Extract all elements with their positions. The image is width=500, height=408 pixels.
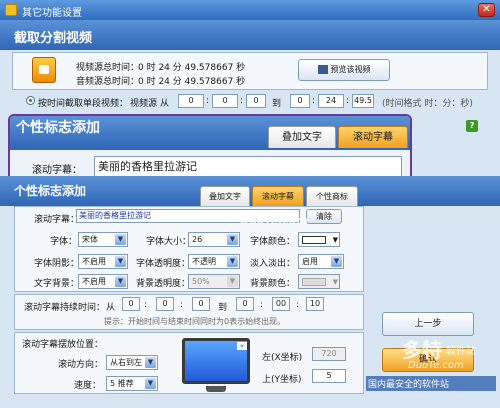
speed-label: 速度： <box>74 381 102 391</box>
duration-to-second[interactable]: 10 <box>306 297 324 311</box>
text-background-label: 文字背景： <box>34 279 80 289</box>
chevron-down-icon: ▼ <box>115 234 126 245</box>
preview-video-button[interactable]: 预览该视频 <box>298 59 390 81</box>
background-color-label: 背景颜色： <box>250 279 296 289</box>
screen-preview: « <box>182 338 250 384</box>
rewind-icon: « <box>237 342 247 350</box>
callout-scroll-input[interactable]: 美丽的香格里拉游记 <box>94 156 402 178</box>
cut-to-minute[interactable]: 24 <box>318 94 344 108</box>
top-y-input[interactable]: 5 <box>312 369 346 383</box>
video-total-label: 视频源总时间： <box>76 63 140 73</box>
callout-scroll-label: 滚动字幕： <box>32 165 82 176</box>
help-icon[interactable]: ? <box>466 120 478 132</box>
top-y-label: 上(Y坐标) <box>262 375 302 385</box>
chevron-down-icon: ▼ <box>115 256 126 267</box>
watermark-domain: DuoTe.com <box>408 360 464 371</box>
duration-label: 滚动字幕持续时间： <box>24 303 106 313</box>
fade-select[interactable]: 启用 ▼ <box>298 254 344 269</box>
tab-scroll-caption[interactable]: 滚动字幕 <box>252 186 304 206</box>
previous-step-button[interactable]: 上一步 <box>382 312 474 336</box>
app-icon <box>5 4 17 16</box>
window-title: 其它功能设置 <box>22 8 82 19</box>
video-total-value: 0 时 24 分 49.578667 秒 <box>138 63 246 73</box>
chevron-down-icon: ▼ <box>332 236 338 244</box>
cut-source-label: 视频源 <box>130 99 158 109</box>
clear-button[interactable]: 清除 <box>306 209 342 224</box>
background-color-picker[interactable]: ▼ <box>298 274 340 289</box>
chevron-down-icon: ▼ <box>227 234 238 245</box>
video-file-icon <box>32 57 56 83</box>
audio-total-value: 0 时 24 分 49.578667 秒 <box>138 77 246 87</box>
font-size-select[interactable]: 26 ▼ <box>188 232 240 247</box>
cut-from-hour[interactable]: 0 <box>178 94 204 108</box>
cut-to-second[interactable]: 49.5 <box>352 94 374 108</box>
background-transparency-label: 背景透明度： <box>136 279 191 289</box>
chevron-down-icon: ▼ <box>331 256 342 267</box>
duration-hint: 提示：开始时间与结束时间同时为0表示始终出现。 <box>104 317 286 326</box>
font-shadow-label: 字体阴影： <box>34 259 80 269</box>
left-x-label: 左(X坐标) <box>262 353 303 363</box>
color-swatch <box>302 235 326 244</box>
chevron-down-icon: ▼ <box>145 378 156 389</box>
scroll-caption-label: 滚动字幕： <box>34 215 80 225</box>
tab-overlay-text[interactable]: 叠加文字 <box>200 186 250 206</box>
fade-label: 淡入淡出： <box>250 259 296 269</box>
chevron-down-icon: ▼ <box>227 256 238 267</box>
chevron-down-icon: ▼ <box>227 276 238 287</box>
font-transparency-select[interactable]: 不透明 ▼ <box>188 254 240 269</box>
cut-to-label: 到 <box>272 99 282 109</box>
title-bar: 其它功能设置 <box>0 0 500 20</box>
section-title-cut: 截取分割视频 <box>14 31 93 46</box>
cut-from-label: 从 <box>160 99 170 109</box>
duration-to-minute[interactable]: 00 <box>272 297 290 311</box>
font-transparency-label: 字体透明度： <box>136 259 191 269</box>
tab-personal-logo[interactable]: 个性商标 <box>306 186 358 206</box>
audio-total-label: 音频源总时间： <box>76 77 140 87</box>
direction-select[interactable]: 从右到左 ▼ <box>106 355 158 370</box>
cut-from-second[interactable]: 0 <box>246 94 266 108</box>
watermark-slogan: 国内最安全的软件站 <box>366 376 496 391</box>
cut-by-time-label: 按时间截取单段视频： <box>38 99 129 109</box>
duration-to-label: 到 <box>218 303 228 313</box>
font-size-label: 字体大小： <box>146 237 192 247</box>
callout-tab-overlay[interactable]: 叠加文字 <box>268 126 336 148</box>
close-button[interactable]: ✕ <box>478 3 495 17</box>
watermark-brand: 多特 <box>402 338 442 362</box>
section-title-logo: 个性标志添加 <box>14 184 87 198</box>
duration-from-label: 从 <box>106 303 116 313</box>
font-color-picker[interactable]: ▼ <box>298 232 340 247</box>
chevron-down-icon: ▼ <box>115 276 126 287</box>
direction-label: 滚动方向： <box>58 360 104 370</box>
color-swatch <box>302 277 326 286</box>
cut-by-time-radio[interactable] <box>26 96 35 105</box>
monitor-stand <box>206 386 226 392</box>
font-label: 字体： <box>50 237 78 247</box>
duration-from-second[interactable]: 0 <box>192 297 210 311</box>
callout-tab-scroll[interactable]: 滚动字幕 <box>338 126 408 148</box>
left-x-input[interactable]: 720 <box>312 347 346 361</box>
font-select[interactable]: 宋体 ▼ <box>78 232 128 247</box>
duration-from-hour[interactable]: 0 <box>122 297 140 311</box>
time-format-hint: (时间格式 时：分：秒) <box>382 99 473 109</box>
chevron-down-icon: ▼ <box>145 357 156 368</box>
callout-section-title: 个性标志添加 <box>16 120 100 136</box>
text-background-select[interactable]: 不启用 ▼ <box>78 274 128 289</box>
preview-icon <box>317 65 328 74</box>
cut-from-minute[interactable]: 0 <box>212 94 238 108</box>
watermark-center: DuoTe.com <box>240 214 308 227</box>
speed-select[interactable]: 5 推荐 ▼ <box>106 376 158 391</box>
font-shadow-select[interactable]: 不启用 ▼ <box>78 254 128 269</box>
background-transparency-select[interactable]: 50% ▼ <box>188 274 240 289</box>
duration-to-hour[interactable]: 0 <box>236 297 254 311</box>
cut-to-hour[interactable]: 0 <box>290 94 310 108</box>
zoom-callout: 个性标志添加 叠加文字 滚动字幕 滚动字幕： 美丽的香格里拉游记 <box>8 114 412 184</box>
font-color-label: 字体颜色： <box>250 237 296 247</box>
chevron-down-icon: ▼ <box>332 278 338 286</box>
watermark-sub: 软件站 <box>446 346 476 357</box>
duration-from-minute[interactable]: 0 <box>156 297 174 311</box>
position-title: 滚动字幕摆放位置： <box>22 340 104 350</box>
